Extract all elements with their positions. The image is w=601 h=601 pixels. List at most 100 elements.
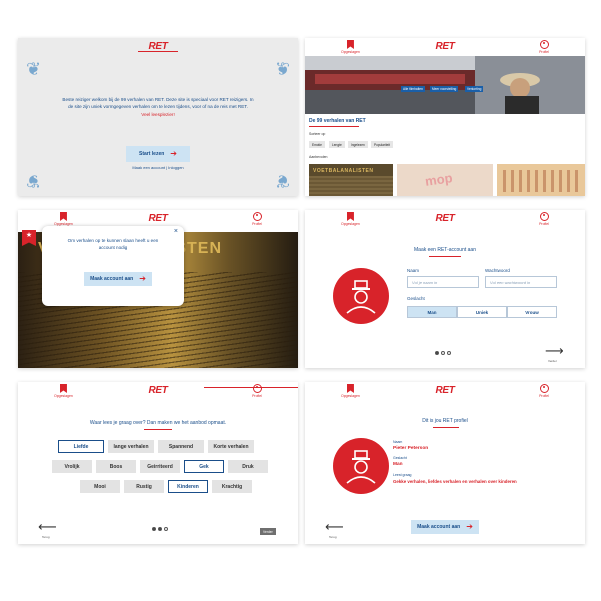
nav-profile[interactable]: Profiel xyxy=(252,212,262,226)
page-dot xyxy=(164,527,168,531)
arrow-right-icon: ➔ xyxy=(170,149,177,158)
profile-reads-label: Leest graag xyxy=(393,473,412,477)
pagination-dots xyxy=(435,351,451,355)
profile-summary-screen: Opgeslagen RET Profiel Dit is jou RET pr… xyxy=(305,382,585,544)
avatar xyxy=(333,438,389,494)
story-thumbnail[interactable]: VOETBALANALISTEN xyxy=(309,164,393,196)
hero-chip[interactable]: Meer voorstelling xyxy=(430,86,459,92)
ret-logo: RET xyxy=(148,385,168,396)
create-account-screen: Opgeslagen RET Profiel Maak een RET-acco… xyxy=(305,210,585,368)
create-account-button[interactable]: Maak account aan ➔ xyxy=(84,272,152,286)
arrow-right-icon: ➔ xyxy=(466,522,473,531)
bookmark-icon xyxy=(59,212,67,221)
start-reading-button[interactable]: Start lezen ➔ xyxy=(126,146,190,162)
profile-icon xyxy=(539,212,549,221)
nav-profile[interactable]: Profiel xyxy=(539,40,549,54)
ornament-top-left-icon: ❦ xyxy=(26,59,42,79)
header-line xyxy=(204,387,298,388)
interest-chip[interactable]: Rustig xyxy=(124,480,164,493)
story-thumbnail[interactable]: mop xyxy=(397,164,493,196)
account-link[interactable]: Maak een account | Inloggen xyxy=(18,165,298,171)
interest-chip[interactable]: Boos xyxy=(96,460,136,473)
nav-profile-label: Profiel xyxy=(539,222,549,226)
create-account-label: Maak account aan xyxy=(417,524,461,530)
title-underline xyxy=(429,256,461,257)
interest-chip[interactable]: Vrolijk xyxy=(52,460,92,473)
profile-icon xyxy=(252,212,262,221)
logo-underline xyxy=(138,51,178,52)
interest-chip[interactable]: Kinderen xyxy=(168,480,208,493)
nav-saved-label: Opgeslagen xyxy=(341,50,360,54)
create-account-button[interactable]: Maak account aan ➔ xyxy=(411,520,479,534)
name-label: Naam xyxy=(407,268,420,273)
login-required-popup: × Om verhalen op te kunnen slaan heeft u… xyxy=(42,226,184,306)
thumbnail-texture xyxy=(503,170,579,192)
back-caption: Terug xyxy=(329,535,337,539)
nav-saved[interactable]: Opgeslagen xyxy=(341,384,360,398)
interest-chip[interactable]: Druk xyxy=(228,460,268,473)
next-arrow-icon[interactable]: ⟶ xyxy=(545,344,564,357)
nav-saved-label: Opgeslagen xyxy=(341,394,360,398)
title-underline xyxy=(309,126,359,127)
gender-option-man[interactable]: Man xyxy=(407,306,457,318)
popup-message: Om verhalen op te kunnen slaan heeft u e… xyxy=(48,238,178,252)
conductor-avatar-icon xyxy=(346,450,376,484)
nav-saved[interactable]: Opgeslagen xyxy=(341,40,360,54)
avatar[interactable] xyxy=(333,268,389,324)
nav-saved[interactable]: Opgeslagen xyxy=(341,212,360,226)
gender-option-unique[interactable]: Uniek xyxy=(457,306,507,318)
nav-profile[interactable]: Profiel xyxy=(252,384,262,398)
back-arrow-icon[interactable]: ⟵ xyxy=(325,520,344,533)
conductor-avatar-icon xyxy=(346,280,376,314)
profile-name-label: Naam xyxy=(393,440,403,444)
continue-button[interactable]: Verder xyxy=(260,528,276,535)
close-icon[interactable]: × xyxy=(174,228,178,235)
recommended-label: Aanbevolen xyxy=(309,155,328,159)
interest-chip[interactable]: Mooi xyxy=(80,480,120,493)
interest-chip[interactable]: Krachtig xyxy=(212,480,252,493)
nav-saved[interactable]: Opgeslagen xyxy=(54,384,73,398)
welcome-screen: RET ❦ ❦ ❦ ❦ Beste reiziger welkom bij de… xyxy=(18,38,298,196)
interest-chip[interactable]: Liefde xyxy=(58,440,104,453)
ret-logo: RET xyxy=(435,385,455,396)
nav-profile[interactable]: Profiel xyxy=(539,212,549,226)
gender-option-woman[interactable]: Vrouw xyxy=(507,306,557,318)
tag-chip[interactable]: Ingelezen xyxy=(348,141,368,148)
create-account-label: Maak account aan xyxy=(90,276,134,282)
sort-label: Sorteer op xyxy=(309,132,326,136)
profile-reads-value: Gekke verhalen, liefdes verhalen en verh… xyxy=(393,479,517,484)
bookmark-icon xyxy=(346,384,354,393)
interest-chip[interactable]: Spannend xyxy=(158,440,204,453)
back-arrow-icon[interactable]: ⟵ xyxy=(38,520,57,533)
interest-chip[interactable]: Korte verhalen xyxy=(208,440,254,453)
tag-chip[interactable]: Populariteit xyxy=(371,141,393,148)
bookmark-icon xyxy=(346,40,354,49)
ret-logo: RET xyxy=(435,213,455,224)
ornament-bottom-left-icon: ❦ xyxy=(26,171,42,191)
hero-chip[interactable]: Verkorting xyxy=(465,86,484,92)
page-dot xyxy=(441,351,445,355)
interest-chip[interactable]: Geirriteerd xyxy=(140,460,180,473)
name-input[interactable]: Vul je naam in xyxy=(407,276,479,288)
nav-profile-label: Profiel xyxy=(252,394,262,398)
welcome-line-2: de site zijn uniek vormgegeven verhalen … xyxy=(68,104,248,110)
ret-logo: RET xyxy=(435,41,455,52)
ornament-bottom-right-icon: ❦ xyxy=(274,171,290,191)
popup-message-line-1: Om verhalen op te kunnen slaan heeft u e… xyxy=(67,238,159,243)
nav-profile-label: Profiel xyxy=(252,222,262,226)
tag-chip[interactable]: Lengte xyxy=(329,141,345,148)
hero-chip[interactable]: Alle filmhalten xyxy=(401,86,425,92)
password-input[interactable]: Vul een wachtwoord in xyxy=(485,276,557,288)
page-dot xyxy=(158,527,162,531)
create-account-title: Maak een RET-account aan xyxy=(414,247,476,253)
gender-label: Geslacht xyxy=(407,296,425,301)
profile-icon xyxy=(539,384,549,393)
page-dot xyxy=(435,351,439,355)
password-label: Wachtwoord xyxy=(485,268,510,273)
story-thumbnail[interactable] xyxy=(497,164,585,196)
interest-chip[interactable]: Gek xyxy=(184,460,224,473)
interest-chip[interactable]: lange verhalen xyxy=(108,440,154,453)
nav-profile[interactable]: Profiel xyxy=(539,384,549,398)
nav-saved[interactable]: Opgeslagen xyxy=(54,212,73,226)
tag-chip[interactable]: Emotie xyxy=(309,141,325,148)
